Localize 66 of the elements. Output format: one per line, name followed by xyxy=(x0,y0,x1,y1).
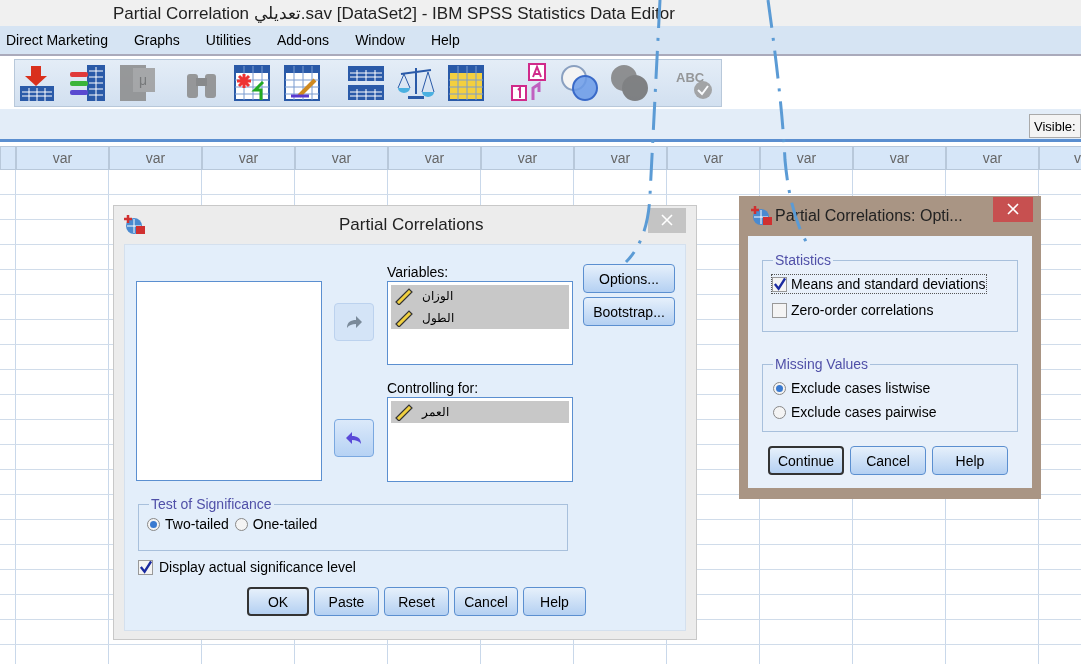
column-header[interactable]: var xyxy=(202,146,295,170)
variable-item[interactable]: الطول xyxy=(391,307,569,329)
dialog-button[interactable]: OK xyxy=(247,587,309,616)
menu-item[interactable]: Graphs xyxy=(133,32,180,48)
column-header[interactable]: var xyxy=(481,146,574,170)
close-icon xyxy=(1007,203,1019,215)
group-title: Statistics xyxy=(774,252,832,268)
dialog-button[interactable]: Cancel xyxy=(850,446,926,475)
column-header[interactable]: var xyxy=(574,146,667,170)
left-arrow-icon xyxy=(345,430,363,446)
checkbox-option[interactable]: Display actual significance level xyxy=(138,559,685,575)
column-header[interactable]: var xyxy=(667,146,760,170)
right-arrow-icon xyxy=(345,314,363,330)
column-header[interactable]: var xyxy=(16,146,109,170)
dialog-title: Partial Correlations xyxy=(339,215,484,235)
dialog-button[interactable]: Paste xyxy=(314,587,379,616)
source-variable-list[interactable] xyxy=(136,281,322,481)
radio-option[interactable]: Exclude cases pairwise xyxy=(773,404,1017,420)
controlling-list[interactable]: العمر xyxy=(387,397,573,482)
select-table-icon[interactable] xyxy=(281,62,323,104)
close-icon xyxy=(661,213,673,226)
column-header[interactable]: var xyxy=(853,146,946,170)
dialog-button[interactable]: Help xyxy=(932,446,1008,475)
group-title: Missing Values xyxy=(774,356,870,372)
checkbox-option[interactable]: Means and standard deviations xyxy=(771,274,987,294)
checkmark-icon xyxy=(139,560,152,574)
dialog-button[interactable]: Bootstrap... xyxy=(583,297,675,326)
column-header[interactable]: var xyxy=(388,146,481,170)
menu-item[interactable]: Direct Marketing xyxy=(6,32,108,48)
ruler-icon xyxy=(394,403,414,421)
app-icon xyxy=(124,214,146,236)
dialog-button[interactable]: Reset xyxy=(384,587,449,616)
column-header[interactable]: var xyxy=(946,146,1039,170)
ruler-icon xyxy=(394,309,414,327)
variable-item[interactable]: العمر xyxy=(391,401,569,423)
dialog-button[interactable]: Options... xyxy=(583,264,675,293)
radio-option[interactable]: One-tailed xyxy=(234,516,318,532)
variables-label: Variables: xyxy=(387,264,450,281)
menu-item[interactable]: Utilities xyxy=(205,32,251,48)
menu-item[interactable]: Help xyxy=(430,32,460,48)
column-header[interactable]: v xyxy=(1039,146,1081,170)
dialog-button[interactable]: Help xyxy=(523,587,586,616)
menu-item[interactable]: Window xyxy=(355,32,405,48)
column-header[interactable]: var xyxy=(295,146,388,170)
radio-option[interactable]: Exclude cases listwise xyxy=(773,380,1017,396)
dialog-button[interactable]: Continue xyxy=(768,446,844,475)
checkbox-option[interactable]: Zero-order correlations xyxy=(771,300,935,320)
dialog-button[interactable]: Cancel xyxy=(454,587,518,616)
radio-option[interactable]: Two-tailed xyxy=(147,516,229,532)
visible-label: Visible: xyxy=(1029,114,1081,138)
move-button[interactable] xyxy=(334,419,374,457)
variable-item[interactable]: الوزان xyxy=(391,285,569,307)
ruler-icon xyxy=(394,287,414,305)
column-header[interactable]: var xyxy=(760,146,853,170)
column-header[interactable]: var xyxy=(109,146,202,170)
close-button[interactable] xyxy=(993,197,1033,222)
checkmark-icon xyxy=(773,277,786,291)
label-table-icon[interactable] xyxy=(445,62,487,104)
row-header-corner xyxy=(0,146,16,170)
insert-cases-icon[interactable] xyxy=(231,62,273,104)
variables-list[interactable]: الوزان الطول xyxy=(387,281,573,365)
app-icon xyxy=(751,205,773,227)
group-title: Test of Significance xyxy=(150,496,273,512)
controlling-label: Controlling for: xyxy=(387,380,480,397)
circles-icon[interactable] xyxy=(559,62,601,104)
menu-item[interactable]: Add-ons xyxy=(276,32,330,48)
